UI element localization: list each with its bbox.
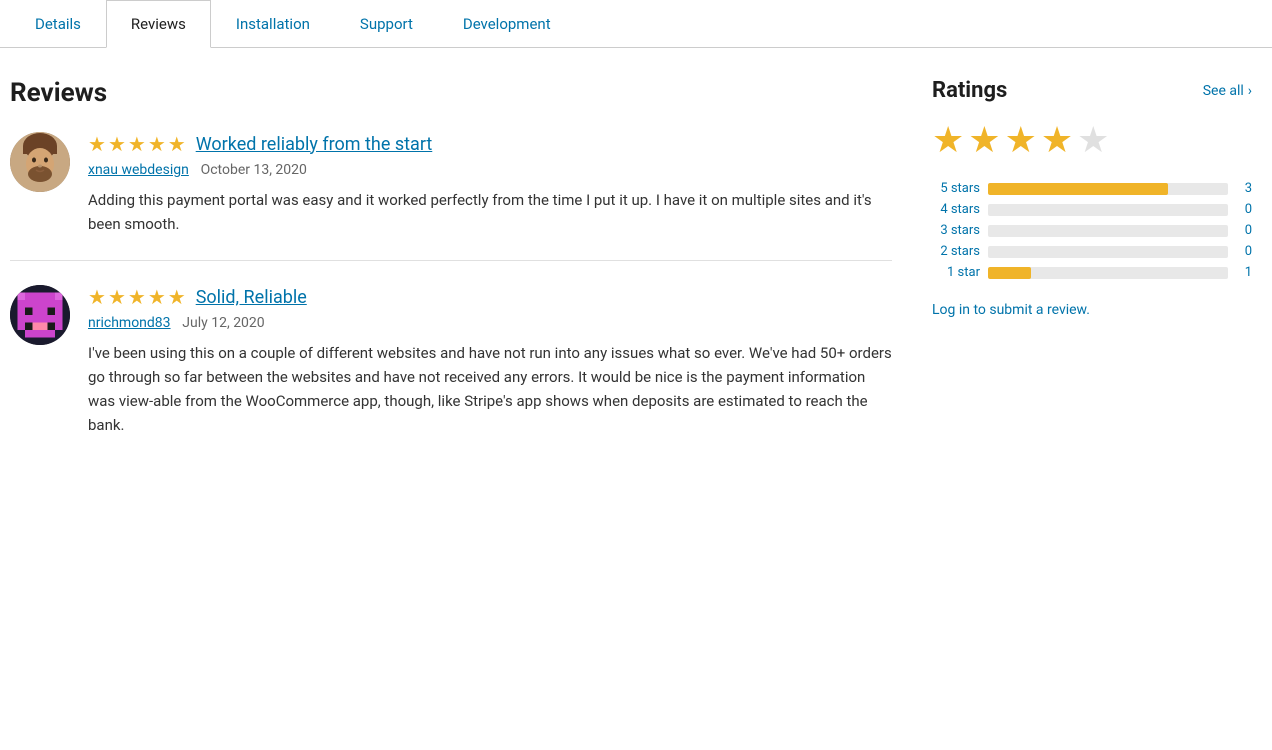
avatar [10, 132, 70, 192]
rating-bar-row: 2 stars 0 [932, 244, 1252, 259]
ratings-title: Ratings [932, 78, 1007, 103]
bar-count: 0 [1236, 244, 1252, 259]
overall-rating-stars: ★★★★★ [932, 119, 1252, 161]
star-icon: ★ [128, 285, 146, 309]
star-icon: ★ [128, 132, 146, 156]
overall-star-icon: ★ [1041, 119, 1073, 161]
review-header: ★★★★★ Solid, Reliable [88, 285, 892, 309]
star-icon: ★ [148, 132, 166, 156]
tab-development[interactable]: Development [438, 0, 576, 48]
overall-star-icon: ★ [968, 119, 1000, 161]
bar-fill [988, 267, 1031, 279]
see-all-label: See all [1203, 83, 1244, 99]
bar-track [988, 204, 1228, 216]
rating-bar-label[interactable]: 2 stars [932, 244, 980, 259]
review-item: ★★★★★ Worked reliably from the start xna… [10, 132, 892, 261]
star-icon: ★ [108, 132, 126, 156]
bar-count: 3 [1236, 181, 1252, 196]
rating-bar-row: 3 stars 0 [932, 223, 1252, 238]
review-stars: ★★★★★ [88, 285, 186, 309]
star-icon: ★ [108, 285, 126, 309]
bar-track [988, 183, 1228, 195]
rating-bar-label[interactable]: 3 stars [932, 223, 980, 238]
see-all-link[interactable]: See all › [1203, 83, 1252, 99]
tab-support[interactable]: Support [335, 0, 438, 48]
bar-fill [988, 183, 1168, 195]
star-icon: ★ [168, 285, 186, 309]
review-stars: ★★★★★ [88, 132, 186, 156]
review-title[interactable]: Worked reliably from the start [196, 134, 433, 155]
reviews-section: Reviews [10, 78, 892, 485]
bar-count: 1 [1236, 265, 1252, 280]
review-body: I've been using this on a couple of diff… [88, 341, 892, 437]
reviewer-date: October 13, 2020 [201, 162, 307, 178]
bar-track [988, 246, 1228, 258]
rating-bar-row: 1 star 1 [932, 265, 1252, 280]
chevron-right-icon: › [1248, 83, 1252, 99]
bar-count: 0 [1236, 223, 1252, 238]
bar-track [988, 267, 1228, 279]
review-header: ★★★★★ Worked reliably from the start [88, 132, 892, 156]
reviewer-date: July 12, 2020 [182, 315, 264, 331]
rating-bar-label[interactable]: 1 star [932, 265, 980, 280]
star-icon: ★ [88, 132, 106, 156]
avatar-image [10, 285, 70, 345]
rating-bar-label[interactable]: 4 stars [932, 202, 980, 217]
rating-bars: 5 stars 3 4 stars 0 3 stars 0 2 stars 0 1 star 1 [932, 181, 1252, 280]
reviewer-name[interactable]: nrichmond83 [88, 315, 171, 331]
tab-reviews[interactable]: Reviews [106, 0, 211, 48]
star-icon: ★ [88, 285, 106, 309]
review-title[interactable]: Solid, Reliable [196, 287, 307, 308]
tab-details[interactable]: Details [10, 0, 106, 48]
reviews-title: Reviews [10, 78, 892, 108]
rating-bar-label[interactable]: 5 stars [932, 181, 980, 196]
star-icon: ★ [148, 285, 166, 309]
review-content: ★★★★★ Solid, Reliable nrichmond83 July 1… [88, 285, 892, 437]
rating-bar-row: 5 stars 3 [932, 181, 1252, 196]
overall-star-icon: ★ [932, 119, 964, 161]
tabs-nav: DetailsReviewsInstallationSupportDevelop… [0, 0, 1272, 48]
review-meta: xnau webdesign October 13, 2020 [88, 160, 892, 178]
review-body: Adding this payment portal was easy and … [88, 188, 892, 236]
avatar-image [10, 132, 70, 192]
review-meta: nrichmond83 July 12, 2020 [88, 313, 892, 331]
overall-star-icon: ★ [1077, 119, 1109, 161]
star-icon: ★ [168, 132, 186, 156]
bar-count: 0 [1236, 202, 1252, 217]
overall-star-icon: ★ [1005, 119, 1037, 161]
review-content: ★★★★★ Worked reliably from the start xna… [88, 132, 892, 236]
login-to-review-link[interactable]: Log in to submit a review. [932, 302, 1090, 318]
tab-installation[interactable]: Installation [211, 0, 335, 48]
review-item: ★★★★★ Solid, Reliable nrichmond83 July 1… [10, 285, 892, 461]
bar-track [988, 225, 1228, 237]
ratings-sidebar: Ratings See all › ★★★★★ 5 stars34 stars0… [932, 78, 1252, 485]
rating-bar-row: 4 stars 0 [932, 202, 1252, 217]
avatar [10, 285, 70, 345]
reviewer-name[interactable]: xnau webdesign [88, 162, 189, 178]
